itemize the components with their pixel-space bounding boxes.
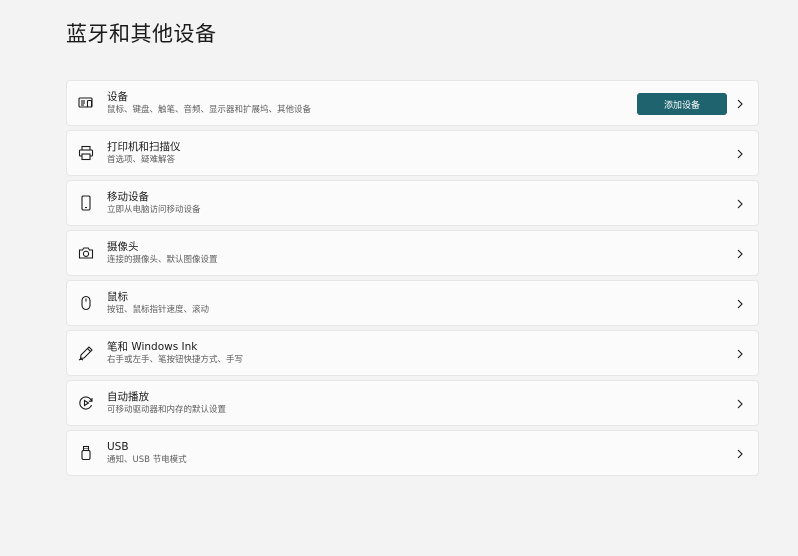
usb-icon	[78, 445, 94, 461]
settings-item-camera[interactable]: 摄像头 连接的摄像头、默认图像设置	[66, 230, 759, 276]
settings-item-subtitle: 按钮、鼠标指针速度、滚动	[107, 305, 210, 315]
settings-item-title: USB	[107, 441, 129, 453]
settings-item-subtitle: 鼠标、键盘、触笔、音频、显示器和扩展坞、其他设备	[107, 105, 312, 115]
settings-item-mouse[interactable]: 鼠标 按钮、鼠标指针速度、滚动	[66, 280, 759, 326]
settings-item-title: 摄像头	[107, 241, 139, 253]
chevron-right-icon	[735, 198, 745, 210]
chevron-right-icon	[735, 98, 745, 110]
settings-item-title: 设备	[107, 91, 128, 103]
settings-item-subtitle: 通知、USB 节电模式	[107, 455, 187, 465]
settings-item-autoplay[interactable]: 自动播放 可移动驱动器和内存的默认设置	[66, 380, 759, 426]
settings-item-subtitle: 首选项、疑难解答	[107, 155, 176, 165]
settings-item-title: 自动播放	[107, 391, 149, 403]
settings-item-title: 鼠标	[107, 291, 128, 303]
camera-icon	[78, 245, 94, 261]
page-title: 蓝牙和其他设备	[66, 22, 217, 46]
settings-page: 蓝牙和其他设备 设备 鼠标、键盘、触笔、音频、显示器和扩展坞、其他设备 添加设备	[0, 0, 798, 556]
add-device-button[interactable]: 添加设备	[637, 93, 727, 115]
chevron-right-icon	[735, 448, 745, 460]
pen-icon	[78, 345, 94, 361]
settings-item-pen-windows-ink[interactable]: 笔和 Windows Ink 右手或左手、笔按钮快捷方式、手写	[66, 330, 759, 376]
devices-icon	[78, 95, 94, 111]
autoplay-icon	[78, 395, 94, 411]
settings-item-devices[interactable]: 设备 鼠标、键盘、触笔、音频、显示器和扩展坞、其他设备 添加设备	[66, 80, 759, 126]
settings-item-title: 移动设备	[107, 191, 149, 203]
phone-icon	[78, 195, 94, 211]
settings-item-printers[interactable]: 打印机和扫描仪 首选项、疑难解答	[66, 130, 759, 176]
settings-item-subtitle: 连接的摄像头、默认图像设置	[107, 255, 218, 265]
settings-item-subtitle: 可移动驱动器和内存的默认设置	[107, 405, 227, 415]
settings-item-subtitle: 右手或左手、笔按钮快捷方式、手写	[107, 355, 244, 365]
chevron-right-icon	[735, 148, 745, 160]
settings-item-usb[interactable]: USB 通知、USB 节电模式	[66, 430, 759, 476]
mouse-icon	[78, 295, 94, 311]
chevron-right-icon	[735, 248, 745, 260]
settings-item-title: 打印机和扫描仪	[107, 141, 181, 153]
printer-icon	[78, 145, 94, 161]
chevron-right-icon	[735, 398, 745, 410]
settings-item-mobile-devices[interactable]: 移动设备 立即从电脑访问移动设备	[66, 180, 759, 226]
chevron-right-icon	[735, 298, 745, 310]
settings-item-subtitle: 立即从电脑访问移动设备	[107, 205, 201, 215]
settings-list: 设备 鼠标、键盘、触笔、音频、显示器和扩展坞、其他设备 添加设备 打印机和扫描仪…	[66, 80, 759, 480]
chevron-right-icon	[735, 348, 745, 360]
settings-item-title: 笔和 Windows Ink	[107, 341, 198, 353]
